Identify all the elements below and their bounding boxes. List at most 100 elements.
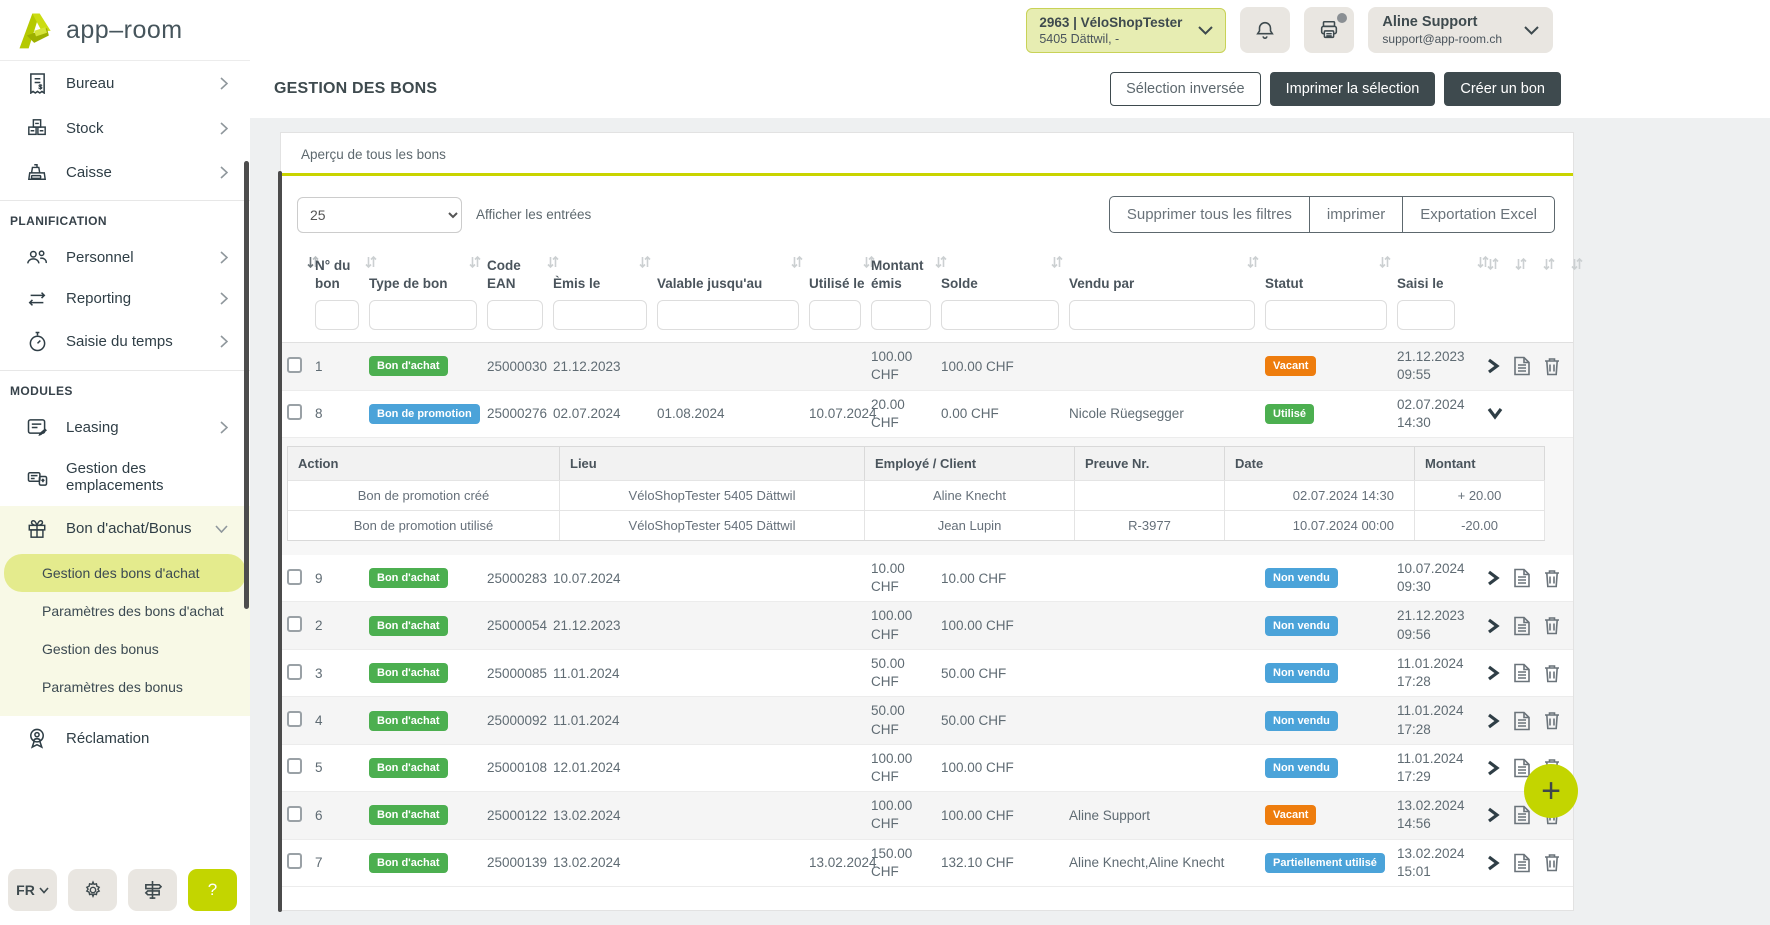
cell-balance: 10.00 CHF xyxy=(941,571,1069,586)
expand-row-chevron-icon[interactable] xyxy=(1487,618,1500,634)
user-menu[interactable]: Aline Support support@app-room.ch xyxy=(1368,7,1553,53)
header-select[interactable] xyxy=(287,257,315,292)
row-checkbox[interactable] xyxy=(287,758,302,774)
print-queue-button[interactable] xyxy=(1304,7,1354,53)
filter-input-vendu[interactable] xyxy=(1069,300,1255,330)
trash-icon[interactable] xyxy=(1544,664,1560,683)
header-code[interactable]: Code EAN xyxy=(487,257,553,292)
expand-row-chevron-icon[interactable] xyxy=(1487,665,1500,681)
invert-selection-button[interactable]: Sélection inversée xyxy=(1110,72,1261,106)
sidebar-item-personnel[interactable]: Personnel xyxy=(0,236,250,278)
cell-entered-date: 21.12.2023 09:56 xyxy=(1397,607,1479,643)
submenu-item-gestion-des-bons-dachat[interactable]: Gestion des bons d'achat xyxy=(4,554,246,592)
submenu-item-parametres-des-bons-dachat[interactable]: Paramètres des bons d'achat xyxy=(0,592,250,630)
print-selection-button[interactable]: Imprimer la sélection xyxy=(1270,72,1436,106)
collapse-row-chevron-icon[interactable] xyxy=(1487,407,1503,420)
sidebar-item-stock[interactable]: Stock xyxy=(0,106,250,150)
expand-row-chevron-icon[interactable] xyxy=(1487,760,1500,776)
expand-row-chevron-icon[interactable] xyxy=(1487,570,1500,586)
trash-icon[interactable] xyxy=(1544,357,1560,376)
expand-row-chevron-icon[interactable] xyxy=(1487,358,1500,374)
sidebar-item-leasing[interactable]: Leasing xyxy=(0,406,250,448)
clear-filters-button[interactable]: Supprimer tous les filtres xyxy=(1109,196,1310,233)
sidebar-item-reporting[interactable]: Reporting xyxy=(0,278,250,319)
create-voucher-button[interactable]: Créer un bon xyxy=(1444,72,1561,106)
sidebar-scrollbar[interactable] xyxy=(244,161,249,609)
trash-icon[interactable] xyxy=(1544,853,1560,872)
expand-row-chevron-icon[interactable] xyxy=(1487,855,1500,871)
filter-input-emis[interactable] xyxy=(553,300,647,330)
expand-row-chevron-icon[interactable] xyxy=(1487,807,1500,823)
subtable-cell-lieu: VéloShopTester 5405 Dättwil xyxy=(560,480,865,510)
document-icon[interactable] xyxy=(1513,356,1531,376)
document-icon[interactable] xyxy=(1513,616,1531,636)
header-montant[interactable]: Montant émis xyxy=(871,257,941,292)
document-icon[interactable] xyxy=(1513,805,1531,825)
trash-icon[interactable] xyxy=(1544,569,1560,588)
settings-button[interactable] xyxy=(68,869,117,911)
document-icon[interactable] xyxy=(1513,663,1531,683)
filter-input-code[interactable] xyxy=(487,300,543,330)
cell-used-date: 13.02.2024 xyxy=(809,855,871,870)
cell-ean-code: 25000085 xyxy=(487,666,553,681)
help-button[interactable]: ? xyxy=(188,869,237,911)
document-icon[interactable] xyxy=(1513,568,1531,588)
row-checkbox[interactable] xyxy=(287,711,302,727)
filter-input-saisi[interactable] xyxy=(1397,300,1455,330)
row-checkbox[interactable] xyxy=(287,404,302,420)
header-emis[interactable]: Èmis le xyxy=(553,257,657,292)
table-row: 2 Bon d'achat 25000054 21.12.2023 100.00… xyxy=(281,602,1573,649)
row-checkbox[interactable] xyxy=(287,569,302,585)
sidebar-item-bureau[interactable]: $ Bureau xyxy=(0,61,250,106)
notifications-button[interactable] xyxy=(1240,7,1290,53)
row-checkbox[interactable] xyxy=(287,806,302,822)
filter-input-montant[interactable] xyxy=(871,300,931,330)
expand-row-chevron-icon[interactable] xyxy=(1487,713,1500,729)
filter-input-utilise[interactable] xyxy=(809,300,861,330)
page-size-select[interactable]: 25 xyxy=(297,197,462,233)
sidebar-item-gestion-des-emplacements[interactable]: Gestion des emplacements xyxy=(0,448,250,506)
company-selector[interactable]: 2963 | VéloShopTester 5405 Dättwil, - xyxy=(1026,8,1226,53)
sidebar-item-saisie-du-temps[interactable]: Saisie du temps xyxy=(0,319,250,364)
row-checkbox[interactable] xyxy=(287,357,302,373)
document-icon[interactable] xyxy=(1513,853,1531,873)
filter-input-type[interactable] xyxy=(369,300,477,330)
signpost-button[interactable] xyxy=(128,869,177,911)
content-scrollbar[interactable] xyxy=(278,171,282,912)
header-saisi[interactable]: Saisi le xyxy=(1397,257,1487,292)
header-statut[interactable]: Statut xyxy=(1265,257,1397,292)
filter-input-statut[interactable] xyxy=(1265,300,1387,330)
row-checkbox[interactable] xyxy=(287,616,302,632)
filter-input-num[interactable] xyxy=(315,300,359,330)
submenu-item-gestion-des-bonus[interactable]: Gestion des bonus xyxy=(0,630,250,668)
trash-icon[interactable] xyxy=(1544,616,1560,635)
cell-balance: 0.00 CHF xyxy=(941,406,1069,421)
table-row: 3 Bon d'achat 25000085 11.01.2024 50.00 … xyxy=(281,650,1573,697)
header-vendu[interactable]: Vendu par xyxy=(1069,257,1265,292)
gear-icon xyxy=(83,880,103,900)
header-valable[interactable]: Valable jusqu'au xyxy=(657,257,809,292)
user-email: support@app-room.ch xyxy=(1382,32,1502,46)
language-selector[interactable]: FR xyxy=(8,869,57,911)
sidebar-item-caisse[interactable]: Caisse xyxy=(0,150,250,194)
row-checkbox[interactable] xyxy=(287,853,302,869)
header-actions[interactable] xyxy=(1487,257,1573,292)
status-badge: Vacant xyxy=(1265,805,1316,825)
header-utilise[interactable]: Utilisé le xyxy=(809,257,871,292)
print-table-button[interactable]: imprimer xyxy=(1309,196,1403,233)
tab-apercu-bons[interactable]: Aperçu de tous les bons xyxy=(301,147,446,162)
header-type[interactable]: Type de bon xyxy=(369,257,487,292)
sidebar-item-reclamation[interactable]: Réclamation xyxy=(0,716,250,761)
filter-input-valable[interactable] xyxy=(657,300,799,330)
create-voucher-fab[interactable]: + xyxy=(1524,764,1578,818)
sidebar-item-bon-achat-bonus[interactable]: Bon d'achat/Bonus xyxy=(0,506,250,552)
header-num[interactable]: N° du bon xyxy=(315,257,369,292)
submenu-item-parametres-des-bonus[interactable]: Paramètres des bonus xyxy=(0,668,250,706)
trash-icon[interactable] xyxy=(1544,711,1560,730)
header-solde[interactable]: Solde xyxy=(941,257,1069,292)
row-checkbox[interactable] xyxy=(287,664,302,680)
filter-input-solde[interactable] xyxy=(941,300,1059,330)
subtable-cell-montant: + 20.00 xyxy=(1415,480,1545,510)
document-icon[interactable] xyxy=(1513,711,1531,731)
export-excel-button[interactable]: Exportation Excel xyxy=(1402,196,1555,233)
